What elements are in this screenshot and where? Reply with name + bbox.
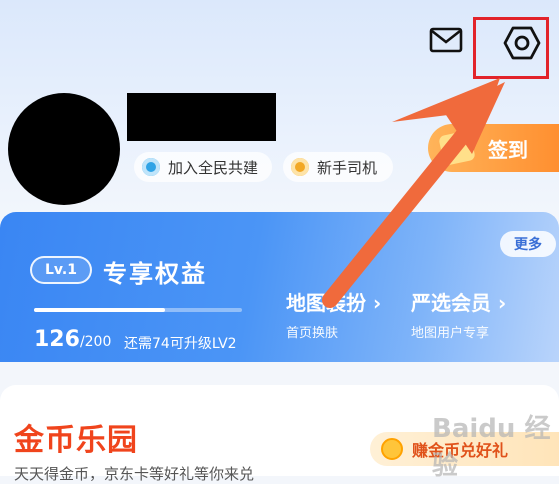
mail-icon[interactable] — [429, 26, 463, 54]
feature-map-skin-subtitle: 首页换肤 — [286, 326, 339, 341]
avatar[interactable] — [8, 93, 120, 205]
feature-premium-member[interactable]: 严选会员 › 地图用户专享 — [411, 287, 506, 341]
benefits-card[interactable]: Lv.1 专享权益 126/200 还需74可升级LV2 更多 地图装扮 › 首… — [0, 212, 559, 362]
more-button[interactable]: 更多 — [500, 231, 556, 257]
join-community-label: 加入全民共建 — [168, 158, 259, 177]
join-community-chip[interactable]: 加入全民共建 — [134, 152, 272, 182]
coin-icon — [381, 438, 403, 460]
feature-map-skin-title: 地图装扮 › — [286, 291, 382, 315]
xp-max: /200 — [79, 334, 112, 350]
settings-highlight-box — [473, 17, 549, 79]
novice-driver-label: 新手司机 — [317, 158, 378, 177]
medal-icon — [291, 158, 309, 176]
checkin-label: 签到 — [488, 137, 528, 162]
gold-park-subtitle: 天天得金币，京东卡等好礼等你来兑 — [14, 465, 255, 483]
feature-premium-member-title: 严选会员 › — [411, 291, 507, 315]
xp-hint: 还需74可升级LV2 — [124, 336, 237, 352]
xp-readout: 126/200 — [34, 327, 111, 352]
gold-park-title: 金币乐园 — [14, 423, 138, 458]
xp-current: 126 — [34, 327, 80, 352]
novice-driver-chip[interactable]: 新手司机 — [283, 152, 393, 182]
globe-icon — [142, 158, 160, 176]
level-progress-fill — [34, 308, 166, 312]
username-redacted — [127, 93, 276, 141]
feature-premium-member-subtitle: 地图用户专享 — [411, 326, 490, 341]
feature-map-skin[interactable]: 地图装扮 › 首页换肤 — [286, 287, 381, 341]
benefits-title: 专享权益 — [103, 260, 207, 288]
watermark: Baidu 经验 — [432, 414, 551, 481]
level-progress-bar — [34, 308, 242, 312]
level-badge: Lv.1 — [30, 256, 92, 284]
